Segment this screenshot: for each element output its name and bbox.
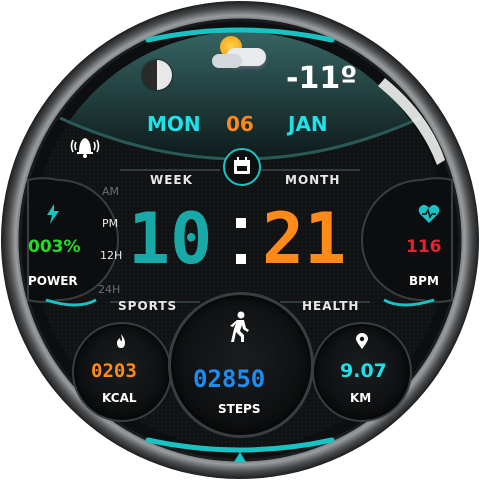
- partly-cloudy-sun-icon: [212, 36, 272, 70]
- walking-person-icon: [230, 311, 249, 342]
- am-indicator: AM: [102, 185, 120, 198]
- heart-rate-label: BPM: [409, 274, 439, 288]
- power-label: POWER: [28, 274, 78, 288]
- 24h-indicator: 24H: [98, 283, 121, 296]
- moon-phase-icon: [142, 60, 172, 90]
- distance-value: 9.07: [340, 360, 387, 382]
- health-label: HEALTH: [302, 299, 360, 313]
- heart-rate-value: 116: [406, 237, 442, 257]
- distance-label: KM: [350, 391, 372, 405]
- power-widget[interactable]: 003% POWER: [28, 190, 98, 300]
- location-pin-icon: [356, 333, 368, 349]
- steps-value: 02850: [193, 365, 266, 393]
- calories-label: KCAL: [102, 391, 137, 405]
- alarm-bell-icon[interactable]: [68, 132, 102, 160]
- steps-label: STEPS: [218, 402, 261, 416]
- day: 06: [226, 112, 254, 136]
- month-label: MONTH: [285, 173, 341, 187]
- month-name: JAN: [288, 112, 328, 136]
- temperature: -11º: [286, 61, 358, 96]
- power-value: 003%: [28, 237, 81, 257]
- time-colon-bottom: [236, 254, 246, 264]
- heart-icon: [418, 204, 440, 223]
- calendar-icon[interactable]: [223, 148, 261, 186]
- calories-value: 0203: [91, 360, 137, 382]
- 12h-indicator: 12H: [100, 249, 123, 262]
- lightning-icon: [47, 204, 59, 224]
- calories-widget[interactable]: 0203 KCAL: [72, 322, 172, 422]
- time-minutes: 21: [262, 198, 347, 280]
- heart-rate-widget[interactable]: 116 BPM: [394, 190, 454, 300]
- sports-label: SPORTS: [118, 299, 178, 313]
- weekday: MON: [147, 112, 201, 136]
- steps-widget[interactable]: 02850 STEPS: [168, 292, 314, 438]
- pm-indicator: PM: [102, 217, 119, 230]
- flame-icon: [117, 334, 125, 348]
- week-label: WEEK: [150, 173, 193, 187]
- time-colon: [236, 218, 246, 228]
- time-hours: 10: [128, 198, 213, 280]
- distance-widget[interactable]: 9.07 KM: [312, 322, 412, 422]
